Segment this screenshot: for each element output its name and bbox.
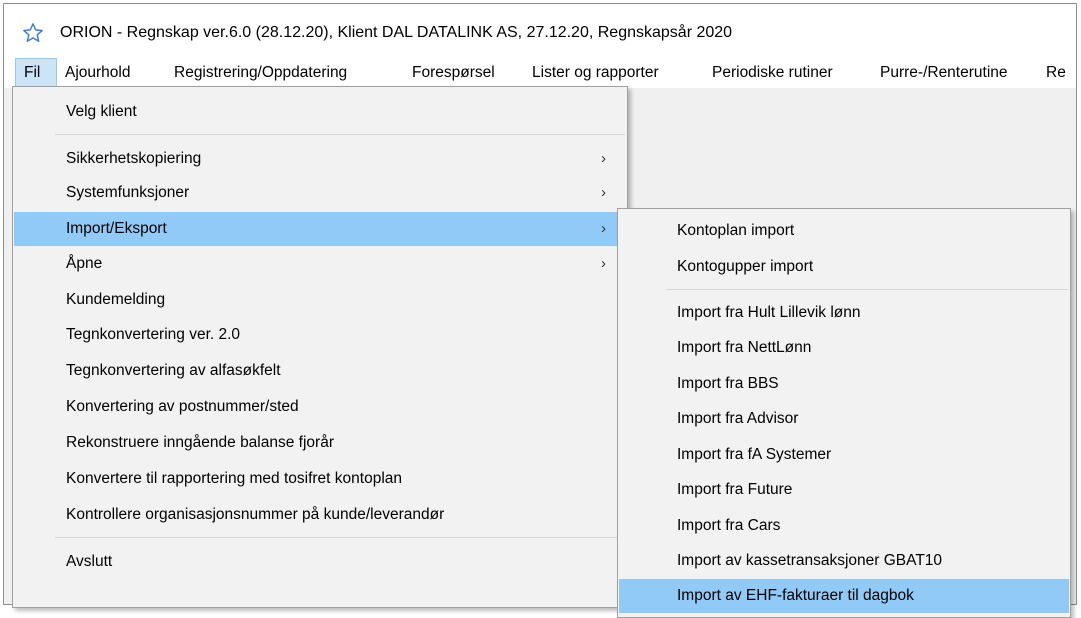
- menu-fil[interactable]: Fil: [15, 58, 57, 88]
- submenu-item-advisor[interactable]: Import fra Advisor: [619, 402, 1069, 436]
- menu-item-label: Åpne: [66, 255, 103, 272]
- menu-item-sikkerhetskopiering[interactable]: Sikkerhetskopiering ›: [14, 142, 626, 176]
- chevron-right-icon: ›: [601, 220, 606, 237]
- submenu-item-kontogupper-import[interactable]: Kontogupper import: [619, 250, 1069, 284]
- menu-item-konvertering-postnummer[interactable]: Konvertering av postnummer/sted: [14, 390, 626, 424]
- menu-item-label: Import/Eksport: [66, 220, 167, 237]
- menu-item-tegnkonvertering-alfasokfelt[interactable]: Tegnkonvertering av alfasøkfelt: [14, 354, 626, 388]
- menu-separator: [55, 134, 625, 135]
- menu-item-label: Tegnkonvertering ver. 2.0: [66, 326, 241, 343]
- submenu-item-hult-lillevik[interactable]: Import fra Hult Lillevik lønn: [619, 296, 1069, 330]
- menu-item-label: Import fra Future: [677, 481, 793, 498]
- menu-item-label: Import fra Advisor: [677, 410, 799, 427]
- menu-item-avslutt[interactable]: Avslutt: [14, 545, 626, 579]
- menu-separator: [666, 289, 1068, 290]
- submenu-item-cars[interactable]: Import fra Cars: [619, 509, 1069, 543]
- menu-item-kundemelding[interactable]: Kundemelding: [14, 283, 626, 317]
- menu-item-label: Kundemelding: [66, 291, 166, 308]
- import-export-submenu: Kontoplan import Kontogupper import Impo…: [617, 208, 1071, 618]
- submenu-item-future[interactable]: Import fra Future: [619, 473, 1069, 507]
- menu-bar: Fil Ajourhold Registrering/Oppdatering F…: [4, 58, 1076, 88]
- menu-lister-og-rapporter[interactable]: Lister og rapporter: [532, 58, 659, 88]
- menu-item-label: Import fra NettLønn: [677, 339, 812, 356]
- menu-item-label: Rekonstruere inngående balanse fjorår: [66, 434, 334, 451]
- chevron-right-icon: ›: [601, 255, 606, 272]
- submenu-item-fa-systemer[interactable]: Import fra fA Systemer: [619, 438, 1069, 472]
- submenu-item-nettlonn[interactable]: Import fra NettLønn: [619, 331, 1069, 365]
- star-icon: [22, 22, 44, 44]
- menu-item-label: Kontrollere organisasjonsnummer på kunde…: [66, 506, 445, 523]
- title-bar: ORION - Regnskap ver.6.0 (28.12.20), Kli…: [4, 4, 1076, 56]
- menu-item-label: Sikkerhetskopiering: [66, 150, 202, 167]
- menu-item-kontrollere-orgnr[interactable]: Kontrollere organisasjonsnummer på kunde…: [14, 498, 626, 532]
- menu-item-label: Import fra Hult Lillevik lønn: [677, 304, 861, 321]
- menu-item-velg-klient[interactable]: Velg klient: [14, 95, 626, 129]
- menu-item-tegnkonvertering[interactable]: Tegnkonvertering ver. 2.0: [14, 318, 626, 352]
- chevron-right-icon: ›: [601, 184, 606, 201]
- submenu-item-kassetransaksjoner[interactable]: Import av kassetransaksjoner GBAT10: [619, 544, 1069, 578]
- menu-ajourhold[interactable]: Ajourhold: [65, 58, 131, 88]
- menu-item-label: Velg klient: [66, 103, 137, 120]
- menu-purre-renterutine[interactable]: Purre-/Renterutine: [880, 58, 1008, 88]
- file-menu: Velg klient Sikkerhetskopiering › System…: [12, 86, 628, 608]
- menu-item-rekonstruere-balanse[interactable]: Rekonstruere inngående balanse fjorår: [14, 426, 626, 460]
- menu-item-label: Import fra Cars: [677, 517, 781, 534]
- menu-registrering-oppdatering[interactable]: Registrering/Oppdatering: [174, 58, 347, 88]
- menu-item-label: Import fra fA Systemer: [677, 446, 832, 463]
- chevron-right-icon: ›: [601, 150, 606, 167]
- menu-item-label: Tegnkonvertering av alfasøkfelt: [66, 362, 281, 379]
- menu-item-label: Avslutt: [66, 553, 113, 570]
- submenu-item-kontoplan-import[interactable]: Kontoplan import: [619, 214, 1069, 248]
- menu-item-label: Konvertering av postnummer/sted: [66, 398, 299, 415]
- menu-separator: [55, 537, 625, 538]
- menu-periodiske-rutiner[interactable]: Periodiske rutiner: [712, 58, 833, 88]
- menu-item-konvertere-tosifret-kontoplan[interactable]: Konvertere til rapportering med tosifret…: [14, 462, 626, 496]
- menu-item-label: Kontogupper import: [677, 258, 814, 275]
- menu-item-systemfunksjoner[interactable]: Systemfunksjoner ›: [14, 176, 626, 210]
- submenu-item-bbs[interactable]: Import fra BBS: [619, 367, 1069, 401]
- menu-item-import-eksport[interactable]: Import/Eksport ›: [14, 212, 626, 246]
- menu-item-label: Konvertere til rapportering med tosifret…: [66, 470, 403, 487]
- menu-foresporsel[interactable]: Forespørsel: [412, 58, 495, 88]
- menu-item-label: Import av kassetransaksjoner GBAT10: [677, 552, 943, 569]
- menu-item-label: Kontoplan import: [677, 222, 795, 239]
- menu-item-label: Import fra BBS: [677, 375, 779, 392]
- window-title: ORION - Regnskap ver.6.0 (28.12.20), Kli…: [60, 24, 733, 41]
- menu-item-apne[interactable]: Åpne ›: [14, 247, 626, 281]
- menu-re[interactable]: Re: [1046, 58, 1066, 88]
- menu-item-label: Systemfunksjoner: [66, 184, 190, 201]
